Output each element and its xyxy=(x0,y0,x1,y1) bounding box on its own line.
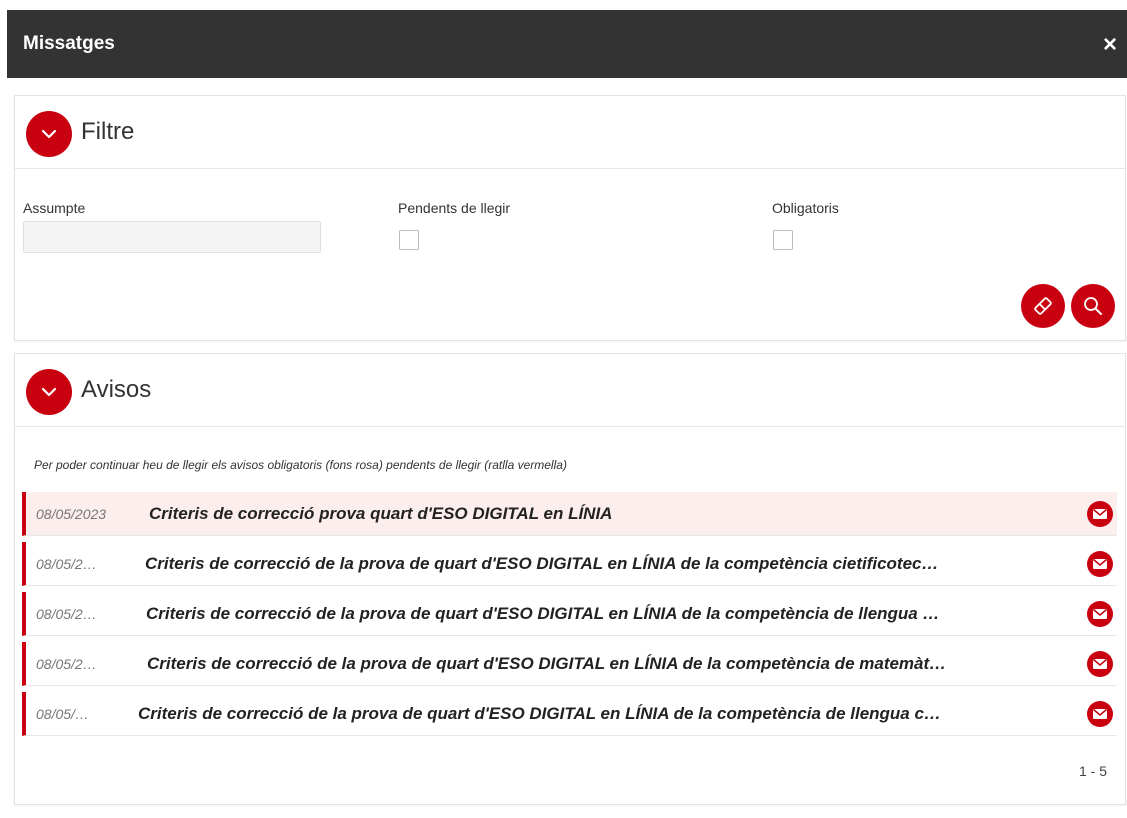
notice-date: 08/05/2… xyxy=(36,556,97,572)
notice-subject[interactable]: Criteris de correcció de la prova de qua… xyxy=(138,692,1068,736)
notice-subject[interactable]: Criteris de correcció prova quart d'ESO … xyxy=(149,492,1069,536)
notice-row[interactable]: 08/05/2… Criteris de correcció de la pro… xyxy=(22,642,1117,686)
pagination-info: 1 - 5 xyxy=(1078,763,1107,779)
dialog-title: Missatges xyxy=(23,33,115,54)
unread-label: Pendents de llegir xyxy=(398,200,511,216)
notices-panel-header: Avisos xyxy=(15,354,1125,427)
close-icon[interactable]: × xyxy=(1103,10,1117,80)
notice-date: 08/05/2023 xyxy=(36,506,107,522)
subject-label: Assumpte xyxy=(23,200,86,216)
mandatory-label: Obligatoris xyxy=(772,200,839,216)
filter-collapse-button[interactable] xyxy=(26,111,72,157)
envelope-icon[interactable] xyxy=(1087,651,1113,677)
notice-subject[interactable]: Criteris de correcció de la prova de qua… xyxy=(147,642,1067,686)
envelope-icon[interactable] xyxy=(1087,551,1113,577)
notice-date: 08/05/2… xyxy=(36,606,97,622)
notice-date: 08/05/2… xyxy=(36,656,97,672)
eraser-icon xyxy=(1034,297,1052,315)
notices-panel-title: Avisos xyxy=(81,376,152,403)
notice-row[interactable]: 08/05/2… Criteris de correcció de la pro… xyxy=(22,542,1117,586)
envelope-icon[interactable] xyxy=(1087,601,1113,627)
notice-row[interactable]: 08/05/… Criteris de correcció de la prov… xyxy=(22,692,1117,736)
filter-panel: Filtre Assumpte Pendents de llegir Oblig… xyxy=(14,95,1126,341)
mandatory-checkbox[interactable] xyxy=(773,230,793,250)
envelope-icon[interactable] xyxy=(1087,701,1113,727)
unread-checkbox[interactable] xyxy=(399,230,419,250)
subject-input[interactable] xyxy=(23,221,321,253)
notice-subject[interactable]: Criteris de correcció de la prova de qua… xyxy=(145,542,1065,586)
clear-filter-button[interactable] xyxy=(1021,284,1065,328)
notice-date: 08/05/… xyxy=(36,706,89,722)
notice-row[interactable]: 08/05/2… Criteris de correcció de la pro… xyxy=(22,592,1117,636)
filter-panel-title: Filtre xyxy=(81,118,135,145)
chevron-down-icon xyxy=(41,129,57,139)
filter-panel-header: Filtre xyxy=(15,96,1125,169)
notices-panel: Avisos Per poder continuar heu de llegir… xyxy=(14,353,1126,805)
search-button[interactable] xyxy=(1071,284,1115,328)
search-icon xyxy=(1084,297,1102,315)
notice-row[interactable]: 08/05/2023 Criteris de correcció prova q… xyxy=(22,492,1117,536)
chevron-down-icon xyxy=(41,387,57,397)
notices-instructions: Per poder continuar heu de llegir els av… xyxy=(34,458,567,472)
notice-subject[interactable]: Criteris de correcció de la prova de qua… xyxy=(146,592,1066,636)
dialog-titlebar: Missatges × xyxy=(7,10,1127,78)
envelope-icon[interactable] xyxy=(1087,501,1113,527)
notices-collapse-button[interactable] xyxy=(26,369,72,415)
